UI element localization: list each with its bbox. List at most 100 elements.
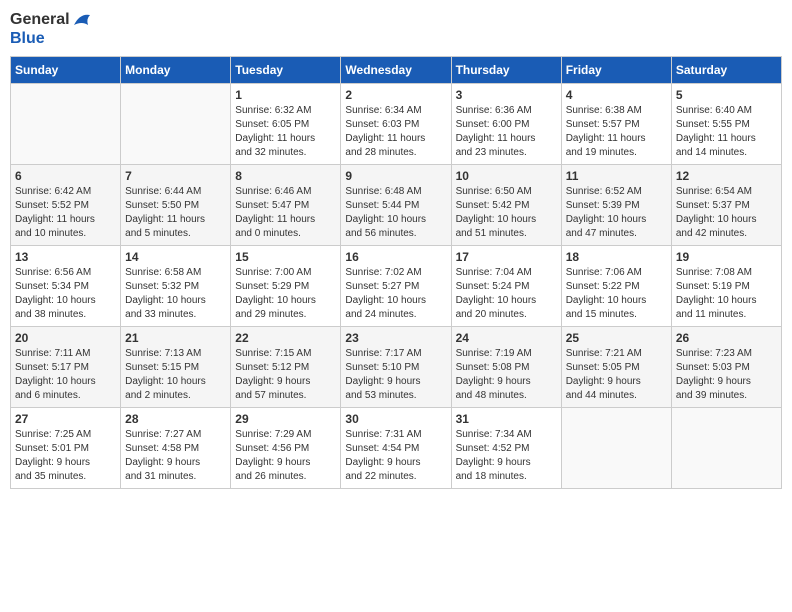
day-info: Sunrise: 7:02 AM Sunset: 5:27 PM Dayligh… bbox=[345, 267, 426, 320]
day-info: Sunrise: 7:29 AM Sunset: 4:56 PM Dayligh… bbox=[235, 429, 311, 482]
calendar-cell: 26 Sunrise: 7:23 AM Sunset: 5:03 PM Dayli… bbox=[671, 327, 781, 408]
day-number: 21 bbox=[125, 331, 226, 345]
day-info: Sunrise: 7:19 AM Sunset: 5:08 PM Dayligh… bbox=[456, 348, 532, 401]
weekday-header-saturday: Saturday bbox=[671, 57, 781, 84]
calendar-cell: 8 Sunrise: 6:46 AM Sunset: 5:47 PM Daylig… bbox=[231, 165, 341, 246]
weekday-header-tuesday: Tuesday bbox=[231, 57, 341, 84]
day-number: 13 bbox=[15, 250, 116, 264]
calendar-cell: 4 Sunrise: 6:38 AM Sunset: 5:57 PM Daylig… bbox=[561, 84, 671, 165]
day-number: 28 bbox=[125, 412, 226, 426]
day-info: Sunrise: 6:46 AM Sunset: 5:47 PM Dayligh… bbox=[235, 186, 315, 239]
calendar-cell: 14 Sunrise: 6:58 AM Sunset: 5:32 PM Dayli… bbox=[121, 246, 231, 327]
week-row-1: 1 Sunrise: 6:32 AM Sunset: 6:05 PM Daylig… bbox=[11, 84, 782, 165]
calendar-cell: 5Sunrise: 6:40 AM Sunset: 5:55 PM Daylig… bbox=[671, 84, 781, 165]
day-number: 1 bbox=[235, 88, 336, 102]
day-info: Sunrise: 7:23 AM Sunset: 5:03 PM Dayligh… bbox=[676, 348, 752, 401]
day-info: Sunrise: 7:25 AM Sunset: 5:01 PM Dayligh… bbox=[15, 429, 91, 482]
day-info: Sunrise: 6:58 AM Sunset: 5:32 PM Dayligh… bbox=[125, 267, 206, 320]
logo-general: General bbox=[10, 10, 70, 29]
weekday-header-monday: Monday bbox=[121, 57, 231, 84]
weekday-header-sunday: Sunday bbox=[11, 57, 121, 84]
day-number: 2 bbox=[345, 88, 446, 102]
day-info: Sunrise: 6:44 AM Sunset: 5:50 PM Dayligh… bbox=[125, 186, 205, 239]
day-info: Sunrise: 7:04 AM Sunset: 5:24 PM Dayligh… bbox=[456, 267, 537, 320]
calendar-cell: 31Sunrise: 7:34 AM Sunset: 4:52 PM Dayli… bbox=[451, 408, 561, 489]
day-info: Sunrise: 6:38 AM Sunset: 5:57 PM Dayligh… bbox=[566, 105, 646, 158]
day-info: Sunrise: 6:32 AM Sunset: 6:05 PM Dayligh… bbox=[235, 105, 315, 158]
calendar-cell: 10Sunrise: 6:50 AM Sunset: 5:42 PM Dayli… bbox=[451, 165, 561, 246]
day-number: 18 bbox=[566, 250, 667, 264]
weekday-header-friday: Friday bbox=[561, 57, 671, 84]
calendar-cell: 22 Sunrise: 7:15 AM Sunset: 5:12 PM Dayli… bbox=[231, 327, 341, 408]
day-number: 22 bbox=[235, 331, 336, 345]
day-info: Sunrise: 7:08 AM Sunset: 5:19 PM Dayligh… bbox=[676, 267, 757, 320]
day-info: Sunrise: 7:06 AM Sunset: 5:22 PM Dayligh… bbox=[566, 267, 647, 320]
day-number: 26 bbox=[676, 331, 777, 345]
calendar-cell: 13 Sunrise: 6:56 AM Sunset: 5:34 PM Dayli… bbox=[11, 246, 121, 327]
day-info: Sunrise: 7:31 AM Sunset: 4:54 PM Dayligh… bbox=[345, 429, 421, 482]
day-number: 7 bbox=[125, 169, 226, 183]
logo-blue: Blue bbox=[10, 29, 94, 48]
weekday-header-row: SundayMondayTuesdayWednesdayThursdayFrid… bbox=[11, 57, 782, 84]
calendar-cell: 12Sunrise: 6:54 AM Sunset: 5:37 PM Dayli… bbox=[671, 165, 781, 246]
day-number: 4 bbox=[566, 88, 667, 102]
day-info: Sunrise: 7:13 AM Sunset: 5:15 PM Dayligh… bbox=[125, 348, 206, 401]
day-number: 27 bbox=[15, 412, 116, 426]
day-info: Sunrise: 6:50 AM Sunset: 5:42 PM Dayligh… bbox=[456, 186, 537, 239]
day-number: 17 bbox=[456, 250, 557, 264]
day-number: 3 bbox=[456, 88, 557, 102]
calendar-cell: 29Sunrise: 7:29 AM Sunset: 4:56 PM Dayli… bbox=[231, 408, 341, 489]
day-info: Sunrise: 7:11 AM Sunset: 5:17 PM Dayligh… bbox=[15, 348, 96, 401]
day-number: 11 bbox=[566, 169, 667, 183]
calendar-cell: 6 Sunrise: 6:42 AM Sunset: 5:52 PM Daylig… bbox=[11, 165, 121, 246]
calendar-cell: 19 Sunrise: 7:08 AM Sunset: 5:19 PM Dayli… bbox=[671, 246, 781, 327]
calendar-cell bbox=[671, 408, 781, 489]
day-info: Sunrise: 7:17 AM Sunset: 5:10 PM Dayligh… bbox=[345, 348, 421, 401]
day-number: 20 bbox=[15, 331, 116, 345]
day-info: Sunrise: 6:56 AM Sunset: 5:34 PM Dayligh… bbox=[15, 267, 96, 320]
calendar-cell: 17 Sunrise: 7:04 AM Sunset: 5:24 PM Dayli… bbox=[451, 246, 561, 327]
day-info: Sunrise: 6:34 AM Sunset: 6:03 PM Dayligh… bbox=[345, 105, 425, 158]
calendar-table: SundayMondayTuesdayWednesdayThursdayFrid… bbox=[10, 56, 782, 489]
day-info: Sunrise: 7:34 AM Sunset: 4:52 PM Dayligh… bbox=[456, 429, 532, 482]
calendar-cell: 23 Sunrise: 7:17 AM Sunset: 5:10 PM Dayli… bbox=[341, 327, 451, 408]
weekday-header-wednesday: Wednesday bbox=[341, 57, 451, 84]
calendar-cell: 11 Sunrise: 6:52 AM Sunset: 5:39 PM Dayli… bbox=[561, 165, 671, 246]
day-info: Sunrise: 6:54 AM Sunset: 5:37 PM Dayligh… bbox=[676, 186, 757, 239]
calendar-cell: 30Sunrise: 7:31 AM Sunset: 4:54 PM Dayli… bbox=[341, 408, 451, 489]
day-info: Sunrise: 6:42 AM Sunset: 5:52 PM Dayligh… bbox=[15, 186, 95, 239]
calendar-cell: 1 Sunrise: 6:32 AM Sunset: 6:05 PM Daylig… bbox=[231, 84, 341, 165]
day-number: 19 bbox=[676, 250, 777, 264]
day-number: 15 bbox=[235, 250, 336, 264]
calendar-cell: 3Sunrise: 6:36 AM Sunset: 6:00 PM Daylig… bbox=[451, 84, 561, 165]
calendar-cell: 21 Sunrise: 7:13 AM Sunset: 5:15 PM Dayli… bbox=[121, 327, 231, 408]
day-info: Sunrise: 7:27 AM Sunset: 4:58 PM Dayligh… bbox=[125, 429, 201, 482]
calendar-container: General Blue SundayMondayTuesdayWednesda… bbox=[10, 10, 782, 489]
day-info: Sunrise: 7:15 AM Sunset: 5:12 PM Dayligh… bbox=[235, 348, 311, 401]
calendar-cell bbox=[561, 408, 671, 489]
calendar-cell: 28 Sunrise: 7:27 AM Sunset: 4:58 PM Dayli… bbox=[121, 408, 231, 489]
week-row-4: 20 Sunrise: 7:11 AM Sunset: 5:17 PM Dayli… bbox=[11, 327, 782, 408]
logo: General Blue bbox=[10, 10, 94, 48]
day-number: 25 bbox=[566, 331, 667, 345]
calendar-cell: 15 Sunrise: 7:00 AM Sunset: 5:29 PM Dayli… bbox=[231, 246, 341, 327]
day-info: Sunrise: 7:21 AM Sunset: 5:05 PM Dayligh… bbox=[566, 348, 642, 401]
week-row-5: 27 Sunrise: 7:25 AM Sunset: 5:01 PM Dayli… bbox=[11, 408, 782, 489]
day-number: 23 bbox=[345, 331, 446, 345]
calendar-cell: 2 Sunrise: 6:34 AM Sunset: 6:03 PM Daylig… bbox=[341, 84, 451, 165]
calendar-cell: 9Sunrise: 6:48 AM Sunset: 5:44 PM Daylig… bbox=[341, 165, 451, 246]
day-number: 6 bbox=[15, 169, 116, 183]
day-info: Sunrise: 6:48 AM Sunset: 5:44 PM Dayligh… bbox=[345, 186, 426, 239]
calendar-cell: 18 Sunrise: 7:06 AM Sunset: 5:22 PM Dayli… bbox=[561, 246, 671, 327]
day-number: 8 bbox=[235, 169, 336, 183]
day-info: Sunrise: 6:52 AM Sunset: 5:39 PM Dayligh… bbox=[566, 186, 647, 239]
calendar-cell bbox=[121, 84, 231, 165]
logo-bird-icon bbox=[72, 11, 94, 29]
day-number: 14 bbox=[125, 250, 226, 264]
calendar-cell bbox=[11, 84, 121, 165]
calendar-cell: 7 Sunrise: 6:44 AM Sunset: 5:50 PM Daylig… bbox=[121, 165, 231, 246]
day-number: 5 bbox=[676, 88, 777, 102]
calendar-cell: 25 Sunrise: 7:21 AM Sunset: 5:05 PM Dayli… bbox=[561, 327, 671, 408]
day-number: 16 bbox=[345, 250, 446, 264]
day-info: Sunrise: 7:00 AM Sunset: 5:29 PM Dayligh… bbox=[235, 267, 316, 320]
